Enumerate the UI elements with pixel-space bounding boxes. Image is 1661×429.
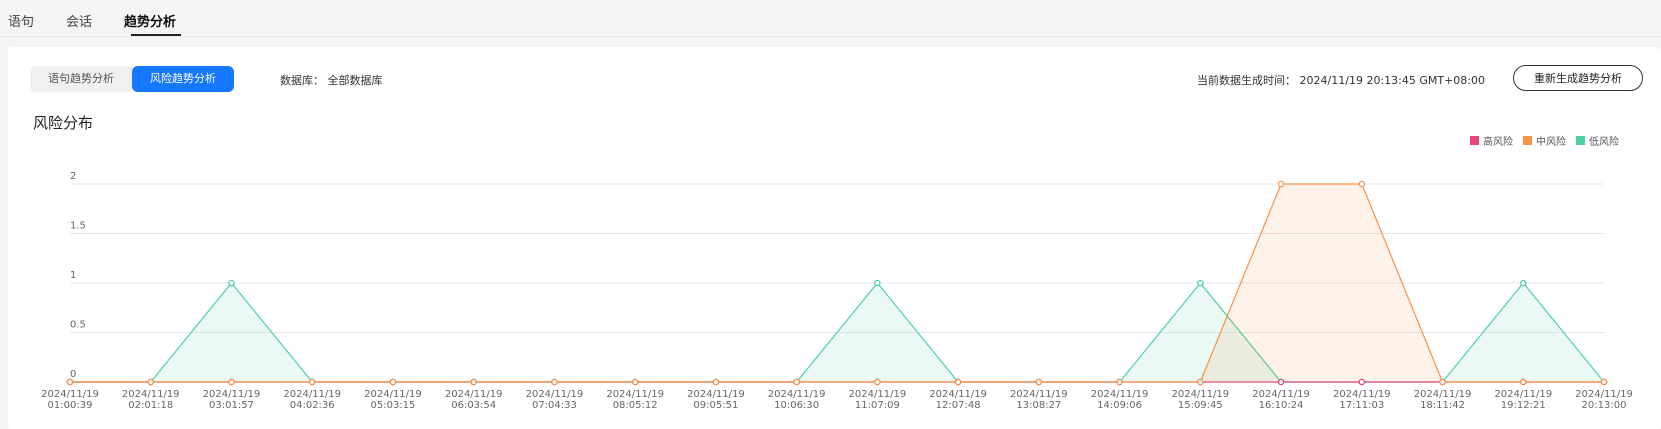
data-point bbox=[631, 378, 639, 386]
data-point bbox=[1197, 279, 1204, 287]
x-tick-label: 2024/11/19 18:11:42 bbox=[1414, 389, 1472, 411]
data-point bbox=[470, 378, 477, 386]
data-point bbox=[389, 378, 397, 386]
x-tick-label: 2024/11/19 16:10:24 bbox=[1252, 389, 1310, 411]
x-tick-label: 2024/11/19 17:11:03 bbox=[1333, 389, 1391, 411]
data-point bbox=[1358, 180, 1366, 188]
data-point bbox=[1277, 180, 1285, 188]
data-point bbox=[308, 378, 316, 386]
x-tick-label: 2024/11/19 15:09:45 bbox=[1171, 389, 1229, 411]
x-tick-label: 2024/11/19 03:01:57 bbox=[203, 389, 261, 411]
y-tick-label: 2 bbox=[70, 171, 76, 182]
x-tick-label: 2024/11/19 13:08:27 bbox=[1010, 389, 1068, 411]
y-tick-label: 0.5 bbox=[70, 320, 86, 331]
x-tick-label: 2024/11/19 08:05:12 bbox=[606, 389, 664, 411]
x-tick-label: 2024/11/19 10:06:30 bbox=[768, 389, 826, 411]
data-point bbox=[1197, 378, 1204, 386]
y-tick-label: 1 bbox=[70, 270, 76, 281]
x-tick-label: 2024/11/19 02:01:18 bbox=[122, 389, 180, 411]
x-tick-label: 2024/11/19 19:12:21 bbox=[1494, 389, 1552, 411]
x-tick-label: 2024/11/19 11:07:09 bbox=[849, 389, 907, 411]
x-tick-label: 2024/11/19 05:03:15 bbox=[364, 389, 422, 411]
data-point bbox=[1116, 378, 1123, 386]
x-tick-label: 2024/11/19 01:00:39 bbox=[41, 389, 99, 411]
data-point bbox=[551, 378, 558, 386]
data-point bbox=[1439, 378, 1446, 386]
data-point bbox=[66, 378, 74, 386]
data-point bbox=[1035, 378, 1043, 386]
x-tick-label: 2024/11/19 20:13:00 bbox=[1575, 389, 1633, 411]
x-tick-label: 2024/11/19 04:02:36 bbox=[283, 389, 341, 411]
data-point bbox=[954, 378, 962, 386]
x-tick-label: 2024/11/19 14:09:06 bbox=[1091, 389, 1149, 411]
x-tick-label: 2024/11/19 09:05:51 bbox=[687, 389, 745, 411]
data-point bbox=[147, 378, 154, 386]
data-point bbox=[793, 378, 800, 386]
data-point bbox=[712, 378, 720, 386]
data-point bbox=[228, 279, 235, 287]
x-tick-label: 2024/11/19 12:07:48 bbox=[929, 389, 987, 411]
data-point bbox=[1520, 279, 1527, 287]
data-point bbox=[1358, 378, 1366, 386]
y-tick-label: 1.5 bbox=[70, 221, 86, 232]
risk-distribution-chart: 0 0.5 1 1.5 2 2024/11/19 01:00:39 2024/11/19 02:… bbox=[41, 171, 1633, 411]
data-point bbox=[228, 378, 235, 386]
data-point bbox=[874, 279, 881, 287]
x-tick-label: 2024/11/19 07:04:33 bbox=[526, 389, 584, 411]
data-point bbox=[1277, 378, 1285, 386]
data-point bbox=[874, 378, 881, 386]
x-tick-label: 2024/11/19 06:03:54 bbox=[445, 389, 503, 411]
data-point bbox=[1600, 378, 1608, 386]
data-point bbox=[1520, 378, 1527, 386]
y-tick-label: 0 bbox=[70, 369, 76, 380]
